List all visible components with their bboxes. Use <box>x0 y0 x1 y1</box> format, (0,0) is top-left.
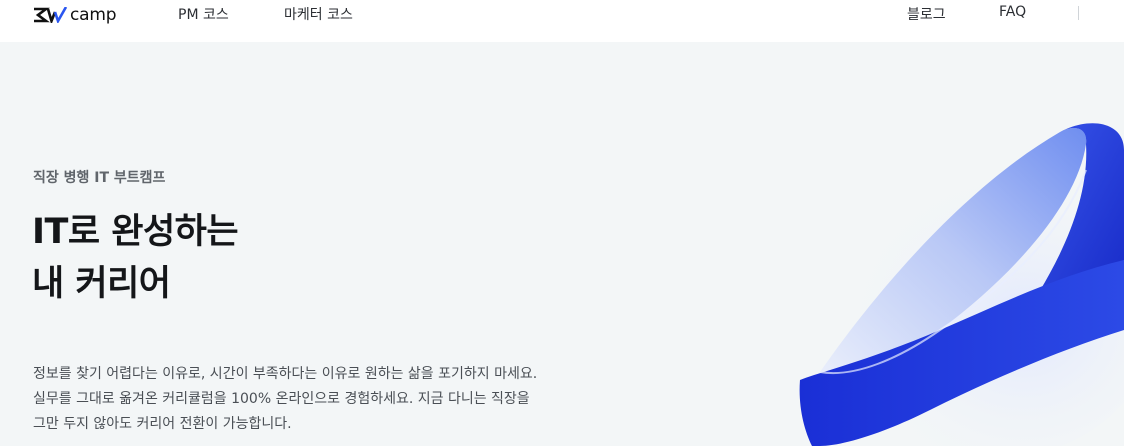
nav-item-blog[interactable]: 블로그 <box>907 4 946 24</box>
logo-text: camp <box>70 5 117 25</box>
hero-description-line-3: 그만 두지 않아도 커리어 전환이 가능합니다. <box>33 416 292 432</box>
hero-description-line-2: 실무를 그대로 옮겨온 커리큘럼을 100% 온라인으로 경험하세요. 지금 다… <box>33 391 530 407</box>
hero-description: 정보를 찾기 어렵다는 이유로, 시간이 부족하다는 이유로 원하는 삶을 포기… <box>33 362 537 437</box>
hero-description-line-1: 정보를 찾기 어렵다는 이유로, 시간이 부족하다는 이유로 원하는 삶을 포기… <box>33 366 538 382</box>
swcamp-logo-mark <box>33 7 69 23</box>
hero-title-line-1: IT로 완성하는 <box>32 212 239 252</box>
top-navigation: camp PM 코스 마케터 코스 블로그 FAQ <box>0 0 1124 42</box>
swcamp-logo[interactable]: camp <box>33 4 117 26</box>
nav-item-marketer-course[interactable]: 마케터 코스 <box>284 4 353 24</box>
hero-eyebrow: 직장 병행 IT 부트캠프 <box>33 170 166 186</box>
hero-ribbon-graphic <box>760 110 1124 446</box>
hero-title: IT로 완성하는 내 커리어 <box>32 206 239 310</box>
hero-title-line-2: 내 커리어 <box>32 264 171 304</box>
nav-item-pm-course[interactable]: PM 코스 <box>178 4 229 24</box>
nav-divider <box>1078 6 1079 20</box>
nav-item-faq[interactable]: FAQ <box>999 4 1026 20</box>
